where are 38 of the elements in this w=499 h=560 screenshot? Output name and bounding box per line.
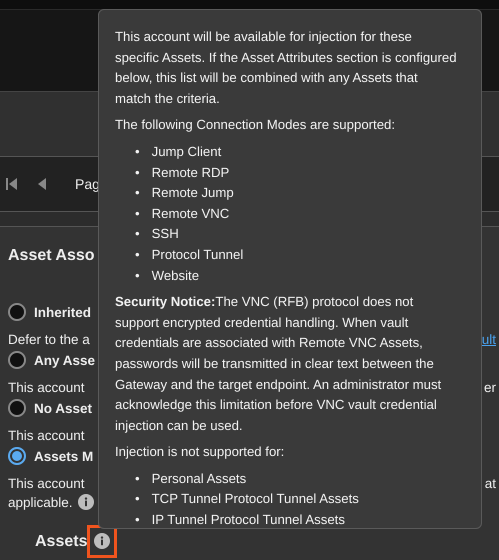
bullet: • <box>135 142 140 161</box>
bullet: • <box>135 164 140 182</box>
option-label: Inherited <box>34 304 92 320</box>
list-item: Website <box>152 266 200 285</box>
bullet: • <box>135 246 140 264</box>
list-item: TCP Tunnel Protocol Tunnel Assets <box>152 490 359 508</box>
list-item: Jump Client <box>152 142 222 161</box>
section-title: Asset Asso <box>8 247 95 265</box>
list-item: Remote Jump <box>152 184 234 202</box>
description-text: applicable. <box>8 494 73 510</box>
list-item: Protocol Tunnel <box>152 246 244 264</box>
description-text: This account <box>8 476 85 490</box>
description-text: This account <box>8 428 85 442</box>
bullet: • <box>135 490 140 508</box>
tooltip-paragraph: This account will be available for injection for these specific Assets. If the Asset Attributes section is configured below, this list will be combined with any Assets that match the criteria. <box>115 28 457 108</box>
bullet: • <box>135 266 140 285</box>
list-item: IP Tunnel Protocol Tunnel Assets <box>152 511 345 530</box>
list-item: Remote RDP <box>152 164 230 182</box>
bullet: • <box>135 511 140 530</box>
description-text: This account <box>8 380 85 394</box>
list-item: SSH <box>152 225 179 244</box>
list-item: Remote VNC <box>152 204 230 223</box>
description-text: er <box>484 380 496 394</box>
tooltip-paragraph: The following Connection Modes are supported: <box>115 116 396 134</box>
description-text: Defer to the a <box>8 332 90 346</box>
option-label: No Asset <box>34 400 92 416</box>
bullet: • <box>135 184 140 202</box>
link[interactable]: ult <box>482 332 496 346</box>
bullet: • <box>135 204 140 223</box>
description-text: at <box>484 476 496 490</box>
subheading: Assets <box>35 532 88 550</box>
tooltip-paragraph: Injection is not supported for: <box>115 443 286 462</box>
option-label: Assets M <box>34 448 94 464</box>
list-item: Personal Assets <box>152 470 246 488</box>
option-label: Any Asse <box>34 352 96 368</box>
bullet: • <box>135 470 140 488</box>
bullet: • <box>135 225 140 244</box>
tooltip-paragraph: Security Notice:The VNC (RFB) protocol does not support encrypted credential handling. When vault credentials are associated with Remote VNC Assets, passwords will be transmitted in clear text between the Gateway and the target endpoint. An administrator must acknowledge this limitation before VNC vault credential injection can be used. <box>115 293 442 435</box>
